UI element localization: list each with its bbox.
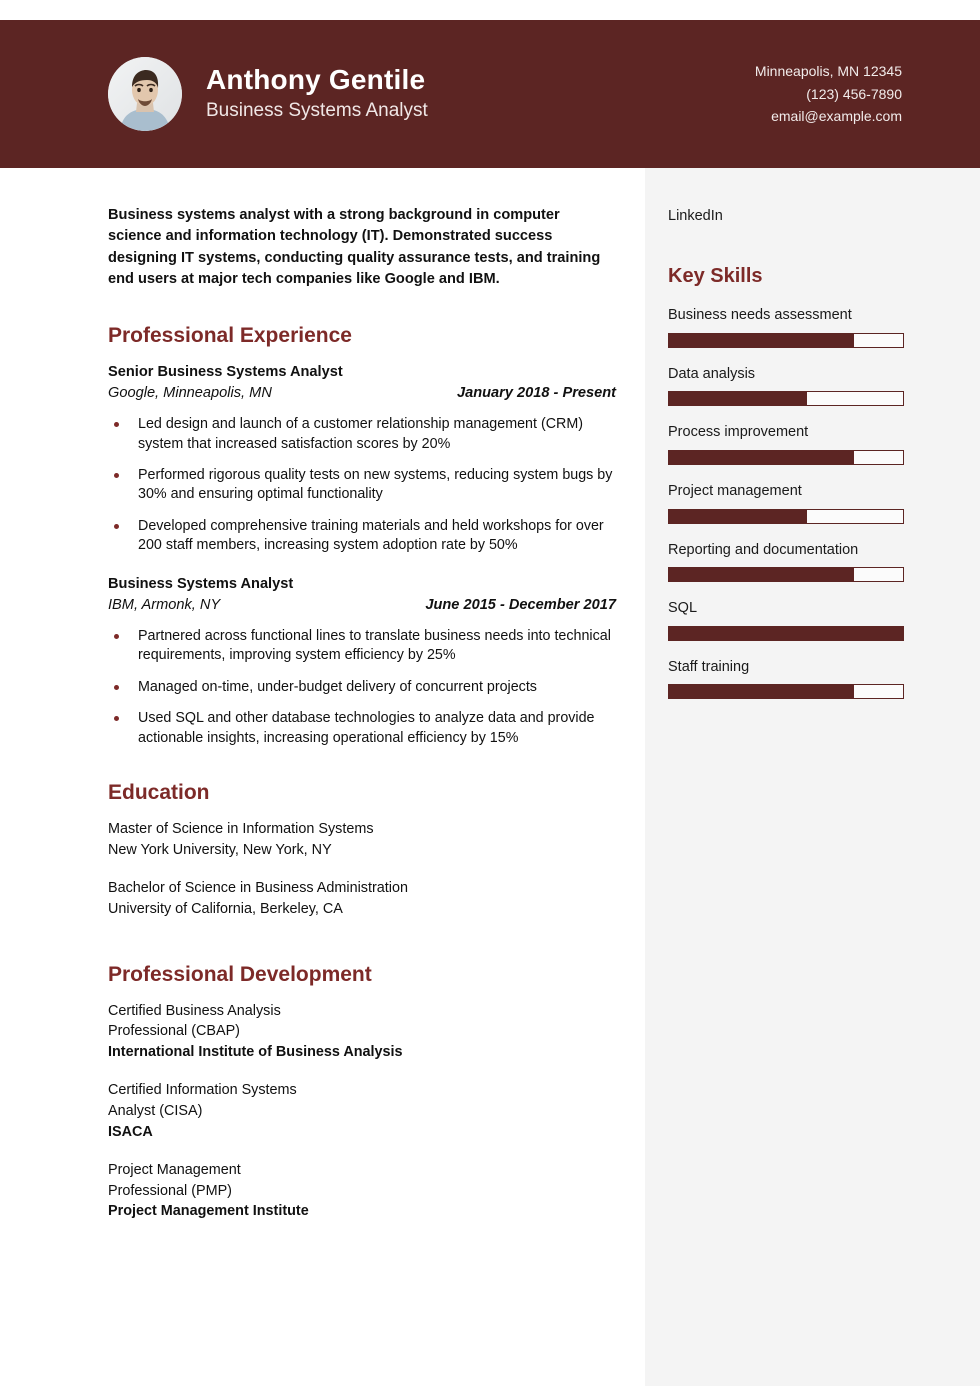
resume-header: Anthony Gentile Business Systems Analyst… bbox=[0, 20, 980, 168]
education-degree: Bachelor of Science in Business Administ… bbox=[108, 880, 408, 897]
skill-label: Staff training bbox=[668, 658, 750, 675]
credential-organization: ISACA bbox=[108, 1123, 153, 1140]
professional-summary: Business systems analyst with a strong b… bbox=[108, 207, 601, 288]
job-title-subtitle: Business Systems Analyst bbox=[206, 100, 428, 122]
education-list: Master of Science in Information Systems… bbox=[108, 819, 616, 919]
job-company: Google, Minneapolis, MN bbox=[108, 384, 272, 401]
credential-name-line-2: Professional (CBAP) bbox=[108, 1023, 240, 1040]
job-company: IBM, Armonk, NY bbox=[108, 596, 221, 613]
skill-label: Data analysis bbox=[668, 365, 756, 382]
skill-level-bar bbox=[668, 684, 904, 700]
development-list: Certified Business Analysis Professional … bbox=[108, 1001, 616, 1222]
key-skills-heading: Key Skills bbox=[668, 265, 763, 288]
job-role: Senior Business Systems Analyst bbox=[108, 363, 343, 380]
education-school: New York University, New York, NY bbox=[108, 841, 332, 858]
skill-level-bar bbox=[668, 625, 904, 641]
job-bullet: Performed rigorous quality tests on new … bbox=[108, 466, 616, 505]
job-role: Business Systems Analyst bbox=[108, 575, 294, 592]
education-entry: Master of Science in Information Systems… bbox=[108, 819, 616, 860]
person-photo-avatar-icon bbox=[108, 57, 182, 131]
page-title: Anthony Gentile bbox=[206, 64, 426, 96]
credential-name-line-2: Professional (PMP) bbox=[108, 1182, 232, 1199]
skill-item: Data analysis bbox=[668, 365, 980, 407]
job-bullet-list: Led design and launch of a customer rela… bbox=[108, 415, 616, 556]
job-bullet: Led design and launch of a customer rela… bbox=[108, 415, 616, 454]
avatar bbox=[108, 57, 182, 131]
contact-info: Minneapolis, MN 12345 (123) 456-7890 ema… bbox=[755, 60, 902, 128]
skill-item: Reporting and documentation bbox=[668, 541, 980, 583]
job-meta: Google, Minneapolis, MN January 2018 - Pr… bbox=[108, 383, 616, 404]
development-entry: Certified Business Analysis Professional … bbox=[108, 1001, 616, 1063]
sidebar: LinkedIn Key Skills Business needs asses… bbox=[645, 168, 980, 1386]
education-entry: Bachelor of Science in Business Administ… bbox=[108, 878, 616, 919]
contact-email: email@example.com bbox=[771, 108, 902, 125]
credential-organization: Project Management Institute bbox=[108, 1203, 309, 1220]
skill-label: Business needs assessment bbox=[668, 307, 852, 324]
skill-level-fill bbox=[669, 685, 854, 699]
job-bullet: Developed comprehensive training materia… bbox=[108, 517, 616, 556]
skill-level-bar bbox=[668, 332, 904, 348]
skills-list: Business needs assessment Data analysis Pr… bbox=[668, 306, 980, 700]
contact-phone: (123) 456-7890 bbox=[806, 85, 902, 102]
skill-level-bar bbox=[668, 567, 904, 583]
job-meta: IBM, Armonk, NY June 2015 - December 2017 bbox=[108, 595, 616, 616]
development-heading: Professional Development bbox=[108, 962, 372, 986]
skill-item: Business needs assessment bbox=[668, 306, 980, 348]
credential-name-line-1: Certified Information Systems bbox=[108, 1082, 297, 1099]
experience-entry: Business Systems Analyst IBM, Armonk, NY J… bbox=[108, 574, 616, 749]
development-entry: Project Management Professional (PMP) Proj… bbox=[108, 1160, 616, 1222]
credential-name-line-2: Analyst (CISA) bbox=[108, 1102, 203, 1119]
education-school: University of California, Berkeley, CA bbox=[108, 900, 343, 917]
experience-list: Senior Business Systems Analyst Google, M… bbox=[108, 362, 616, 748]
experience-heading: Professional Experience bbox=[108, 323, 352, 347]
job-dates: January 2018 - Present bbox=[457, 384, 616, 401]
skill-label: Process improvement bbox=[668, 424, 809, 441]
linkedin-label[interactable]: LinkedIn bbox=[668, 206, 980, 226]
skill-item: Process improvement bbox=[668, 423, 980, 465]
skill-level-fill bbox=[669, 509, 808, 523]
job-bullet: Partnered across functional lines to tra… bbox=[108, 627, 616, 666]
name-block: Anthony Gentile Business Systems Analyst bbox=[206, 64, 428, 124]
skill-item: Project management bbox=[668, 482, 980, 524]
skill-label: SQL bbox=[668, 600, 698, 617]
contact-location: Minneapolis, MN 12345 bbox=[754, 62, 902, 79]
education-degree: Master of Science in Information Systems bbox=[108, 821, 374, 838]
header-identity-group: Anthony Gentile Business Systems Analyst bbox=[108, 57, 428, 131]
credential-name-line-1: Certified Business Analysis bbox=[108, 1002, 281, 1019]
resume-page: Anthony Gentile Business Systems Analyst… bbox=[0, 0, 980, 1386]
skill-level-fill bbox=[669, 392, 808, 406]
skill-item: Staff training bbox=[668, 658, 980, 700]
credential-organization: International Institute of Business Anal… bbox=[108, 1043, 403, 1060]
skill-item: SQL bbox=[668, 599, 980, 641]
skill-level-bar bbox=[668, 449, 904, 465]
development-entry: Certified Information Systems Analyst (CI… bbox=[108, 1080, 616, 1142]
skill-level-fill bbox=[669, 450, 854, 464]
skill-level-fill bbox=[669, 568, 854, 582]
skill-level-fill bbox=[669, 333, 854, 347]
credential-name-line-1: Project Management bbox=[108, 1162, 241, 1179]
job-dates: June 2015 - December 2017 bbox=[425, 596, 616, 613]
main-column: Business systems analyst with a strong b… bbox=[108, 168, 616, 1240]
education-heading: Education bbox=[108, 781, 210, 805]
skill-label: Reporting and documentation bbox=[668, 541, 859, 558]
skill-label: Project management bbox=[668, 482, 802, 499]
skill-level-bar bbox=[668, 391, 904, 407]
job-bullet: Used SQL and other database technologies… bbox=[108, 709, 616, 748]
job-bullet: Managed on-time, under-budget delivery o… bbox=[108, 678, 616, 697]
skill-level-bar bbox=[668, 508, 904, 524]
skill-level-fill bbox=[669, 626, 903, 640]
job-bullet-list: Partnered across functional lines to tra… bbox=[108, 627, 616, 748]
experience-entry: Senior Business Systems Analyst Google, M… bbox=[108, 362, 616, 556]
